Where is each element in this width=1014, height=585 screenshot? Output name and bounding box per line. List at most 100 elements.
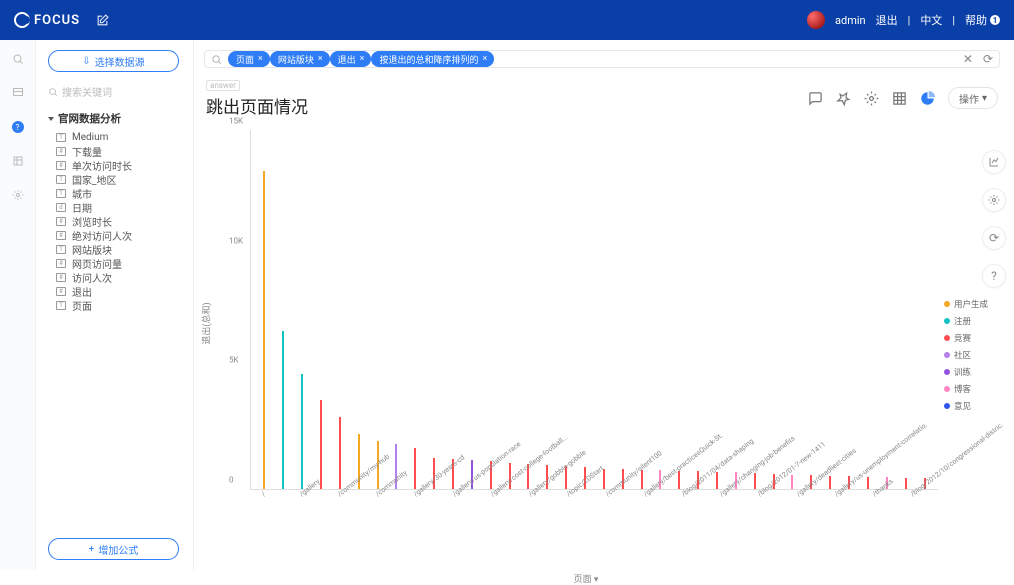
legend-item[interactable]: 竞赛: [944, 332, 1000, 344]
query-chip[interactable]: 按退出的总和降序排列的×: [371, 51, 494, 67]
bar[interactable]: [274, 130, 293, 489]
query-chip[interactable]: 页面×: [228, 51, 270, 67]
help-link[interactable]: 帮助 1: [965, 12, 1000, 28]
settings-icon[interactable]: [982, 188, 1006, 212]
add-formula-button[interactable]: + 增加公式: [48, 538, 179, 560]
close-icon[interactable]: ×: [483, 54, 488, 64]
bar[interactable]: [802, 130, 821, 489]
bar[interactable]: [877, 130, 896, 489]
bar[interactable]: [613, 130, 632, 489]
field-label: Medium: [72, 132, 108, 143]
rail-question-icon[interactable]: ?: [11, 120, 25, 134]
field-item[interactable]: #单次访问时长: [56, 158, 185, 172]
field-label: 日期: [72, 200, 92, 215]
bar[interactable]: [651, 130, 670, 489]
bar[interactable]: [859, 130, 878, 489]
field-item[interactable]: T城市: [56, 186, 185, 200]
nav-rail: ?: [0, 40, 36, 570]
bar[interactable]: [726, 130, 745, 489]
ops-button[interactable]: 操作 ▾: [948, 87, 998, 109]
bar[interactable]: [632, 130, 651, 489]
bar[interactable]: [670, 130, 689, 489]
chip-label: 网站版块: [278, 53, 314, 66]
bar[interactable]: [538, 130, 557, 489]
legend-item[interactable]: 社区: [944, 349, 1000, 361]
field-label: 退出: [72, 284, 92, 299]
refresh-icon[interactable]: ⟳: [983, 52, 993, 66]
query-bar[interactable]: 页面×网站版块×退出×按退出的总和降序排列的× ✕ ⟳: [204, 50, 1000, 68]
pin-icon[interactable]: [836, 90, 852, 106]
field-item[interactable]: T网站版块: [56, 242, 185, 256]
legend-item[interactable]: 用户生成: [944, 298, 1000, 310]
field-item[interactable]: # 网页访问量: [56, 256, 185, 270]
divider: |: [952, 14, 955, 27]
bar[interactable]: [330, 130, 349, 489]
bar[interactable]: [406, 130, 425, 489]
close-icon[interactable]: ×: [258, 54, 263, 64]
axis-config-icon[interactable]: [982, 150, 1006, 174]
bar[interactable]: [500, 130, 519, 489]
username[interactable]: admin: [835, 14, 866, 27]
legend-swatch: [944, 369, 950, 375]
bar[interactable]: [594, 130, 613, 489]
field-item[interactable]: #退出: [56, 284, 185, 298]
bar[interactable]: [293, 130, 312, 489]
comment-icon[interactable]: [808, 90, 824, 106]
legend-swatch: [944, 335, 950, 341]
lang-link[interactable]: 中文: [920, 12, 942, 28]
rail-data-icon[interactable]: [11, 154, 25, 168]
table-icon[interactable]: [892, 90, 908, 106]
rail-search-icon[interactable]: [11, 52, 25, 66]
y-axis-label: 退出(总和): [200, 302, 213, 344]
bar[interactable]: [312, 130, 331, 489]
edit-icon[interactable]: [96, 14, 109, 27]
close-icon[interactable]: ×: [318, 54, 323, 64]
logout-link[interactable]: 退出: [876, 12, 898, 28]
type-icon: #: [56, 259, 66, 268]
bar[interactable]: [576, 130, 595, 489]
clear-icon[interactable]: ✕: [963, 52, 973, 66]
field-item[interactable]: TMedium: [56, 130, 185, 144]
close-icon[interactable]: ×: [360, 54, 365, 64]
rail-settings-icon[interactable]: [11, 188, 25, 202]
bar[interactable]: [481, 130, 500, 489]
sidebar-search[interactable]: 搜索关键词: [48, 84, 179, 99]
bar[interactable]: [462, 130, 481, 489]
field-item[interactable]: d日期: [56, 200, 185, 214]
legend-item[interactable]: 训练: [944, 366, 1000, 378]
bar[interactable]: [821, 130, 840, 489]
legend-item[interactable]: 意见: [944, 400, 1000, 412]
query-chip[interactable]: 网站版块 ×: [270, 51, 330, 67]
field-label: 网页访问量: [72, 256, 122, 271]
bar[interactable]: [689, 130, 708, 489]
sidebar-group[interactable]: 官网数据分析: [48, 111, 181, 126]
field-item[interactable]: #浏览时长: [56, 214, 185, 228]
rail-dashboard-icon[interactable]: [11, 86, 25, 100]
chart-icon[interactable]: [920, 90, 936, 106]
add-formula-label: 增加公式: [98, 542, 138, 557]
bar[interactable]: [745, 130, 764, 489]
bar[interactable]: [764, 130, 783, 489]
field-item[interactable]: #下载量: [56, 144, 185, 158]
field-item[interactable]: T页面: [56, 298, 185, 312]
bar[interactable]: [840, 130, 859, 489]
field-item[interactable]: #访问人次: [56, 270, 185, 284]
query-chip[interactable]: 退出×: [330, 51, 372, 67]
reload-icon[interactable]: ⟳: [982, 226, 1006, 250]
bar[interactable]: [349, 130, 368, 489]
legend-item[interactable]: 注册: [944, 315, 1000, 327]
bar[interactable]: [255, 130, 274, 489]
legend-item[interactable]: 博客: [944, 383, 1000, 395]
bar[interactable]: [444, 130, 463, 489]
select-source-button[interactable]: ⇩ 选择数据源: [48, 50, 179, 72]
gear-icon[interactable]: [864, 90, 880, 106]
bar[interactable]: [387, 130, 406, 489]
help-icon[interactable]: ?: [982, 264, 1006, 288]
bar[interactable]: [519, 130, 538, 489]
header: answer 跳出页面情况 操作 ▾: [206, 78, 998, 118]
bar[interactable]: [425, 130, 444, 489]
bar[interactable]: [368, 130, 387, 489]
field-item[interactable]: T国家_地区: [56, 172, 185, 186]
field-item[interactable]: #绝对访问人次: [56, 228, 185, 242]
avatar[interactable]: [807, 11, 825, 29]
